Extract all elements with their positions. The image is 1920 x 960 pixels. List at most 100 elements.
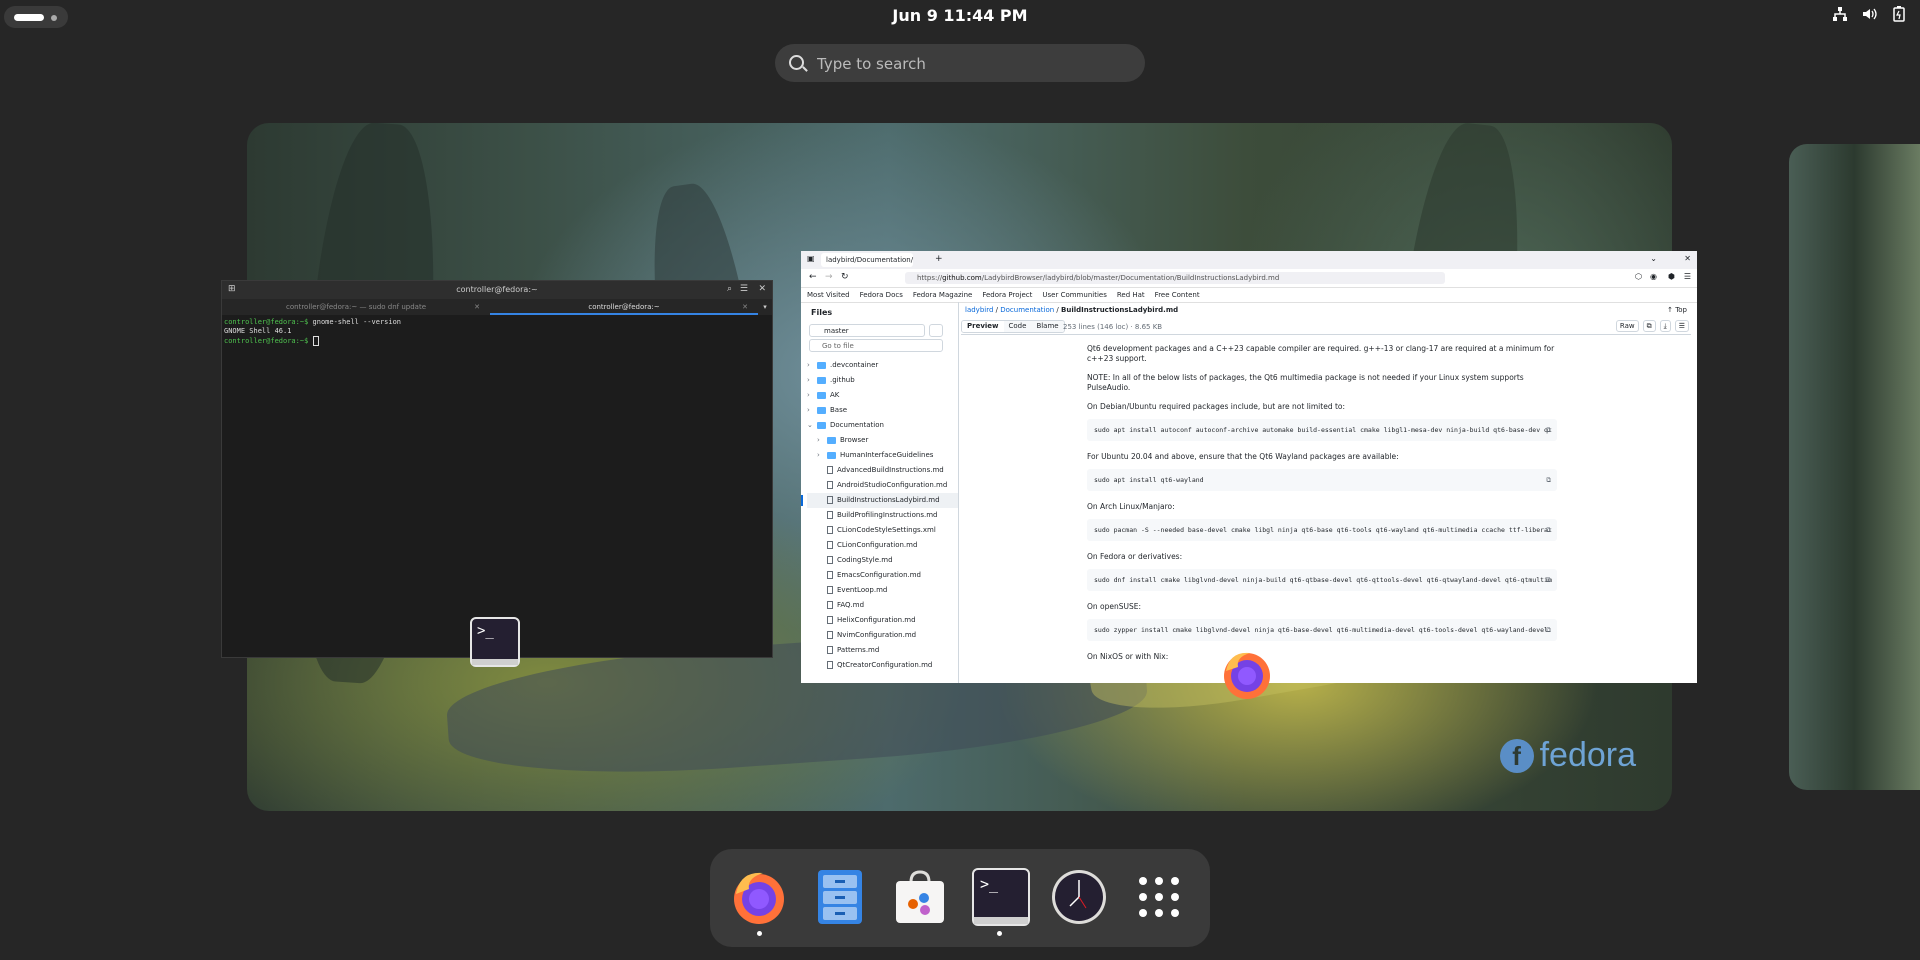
terminal-headerbar[interactable]: ⊞ controller@fedora:~ ⌕ ☰ ✕ (222, 281, 772, 299)
code-block: sudo pacman -S --needed base-devel cmake… (1087, 519, 1557, 541)
close-tab-icon[interactable]: ✕ (474, 299, 480, 315)
search-icon[interactable] (929, 324, 943, 337)
go-to-file-input[interactable]: Go to file (809, 339, 943, 352)
extension-puzzle-icon[interactable]: ⬢ (1668, 272, 1675, 281)
firefox-icon (1224, 652, 1270, 699)
terminal-tab[interactable]: controller@fedora:~ — sudo dnf update ✕ (222, 299, 490, 315)
copy-icon[interactable]: ⧉ (1546, 569, 1551, 591)
file-tree-item[interactable]: BuildProfilingInstructions.md (807, 508, 958, 523)
file-tree-item[interactable]: Patterns.md (807, 643, 958, 658)
terminal-window[interactable]: ⊞ controller@fedora:~ ⌕ ☰ ✕ controller@f… (221, 280, 773, 658)
copy-icon[interactable]: ⧉ (1642, 320, 1656, 332)
file-tree-item[interactable]: › .github (807, 373, 958, 388)
forward-icon[interactable]: → (825, 272, 833, 282)
software-icon[interactable] (891, 868, 949, 926)
search-icon[interactable]: ⌕ (727, 284, 732, 294)
file-tree-item-label: Patterns.md (837, 646, 880, 654)
clock-icon[interactable] (1050, 868, 1108, 926)
next-workspace-thumbnail[interactable] (1789, 144, 1920, 790)
back-icon[interactable]: ← (809, 272, 817, 282)
system-tray[interactable] (1832, 6, 1906, 22)
file-tree-item[interactable]: NvimConfiguration.md (807, 628, 958, 643)
file-tree-item[interactable]: CLionConfiguration.md (807, 538, 958, 553)
fedora-logo: f fedora (1499, 736, 1636, 775)
terminal-icon[interactable]: >_ (972, 868, 1030, 926)
file-tree-item[interactable]: CLionCodeStyleSettings.xml (807, 523, 958, 538)
tab-code[interactable]: Code (1003, 321, 1032, 332)
tab-overflow-icon[interactable]: ▾ (758, 299, 772, 315)
file-tree-item[interactable]: BuildInstructionsLadybird.md (801, 493, 958, 508)
outline-icon[interactable]: ☰ (1674, 320, 1689, 332)
file-tree-item[interactable]: › Base (807, 403, 958, 418)
chevron-right-icon[interactable]: › (817, 433, 827, 448)
file-tree-item-label: FAQ.md (837, 601, 865, 609)
copy-icon[interactable]: ⧉ (1546, 519, 1551, 541)
file-tree-item[interactable]: EmacsConfiguration.md (807, 568, 958, 583)
bookmark-red-hat[interactable]: Red Hat (1117, 288, 1145, 302)
copy-icon[interactable]: ⧉ (1546, 619, 1551, 641)
extensions-icon[interactable]: ⬡ (1635, 272, 1642, 281)
chevron-right-icon[interactable]: › (807, 388, 817, 403)
tab-preview[interactable]: Preview (962, 321, 1004, 332)
breadcrumb-repo[interactable]: ladybird (965, 306, 993, 314)
terminal-tab-active[interactable]: controller@fedora:~ ✕ (490, 299, 758, 315)
close-window-icon[interactable]: ✕ (1684, 254, 1691, 263)
search-input[interactable] (815, 44, 1129, 84)
bookmark-most-visited[interactable]: Most Visited (807, 288, 850, 302)
copy-icon[interactable]: ⧉ (1546, 469, 1551, 491)
reload-icon[interactable]: ↻ (841, 272, 849, 282)
branch-selector[interactable]: master (809, 324, 925, 337)
running-indicator (997, 931, 1002, 936)
chevron-down-icon[interactable]: ⌄ (807, 418, 817, 433)
file-tree-item[interactable]: HelixConfiguration.md (807, 613, 958, 628)
url-bar[interactable]: https://github.com/LadybirdBrowser/ladyb… (905, 272, 1445, 284)
tab-blame[interactable]: Blame (1031, 321, 1064, 332)
app-menu-icon[interactable]: ☰ (1684, 272, 1691, 281)
menu-icon[interactable]: ☰ (740, 284, 748, 294)
close-icon[interactable]: ✕ (758, 284, 766, 294)
firefox-icon[interactable] (730, 868, 788, 926)
app-grid-icon[interactable] (1130, 868, 1188, 926)
bookmark-fedora-project[interactable]: Fedora Project (982, 288, 1032, 302)
file-tree-item[interactable]: AdvancedBuildInstructions.md (807, 463, 958, 478)
tab-list-icon[interactable]: ▣ (807, 254, 815, 263)
file-tree-item[interactable]: › AK (807, 388, 958, 403)
file-tree-item[interactable]: › HumanInterfaceGuidelines (807, 448, 958, 463)
browser-navbar: ← → ↻ https://github.com/LadybirdBrowser… (801, 269, 1697, 288)
file-tree-item[interactable]: ⌄ Documentation (807, 418, 958, 433)
top-link[interactable]: ↑ Top (1667, 306, 1687, 314)
terminal-output[interactable]: controller@fedora:~$ gnome-shell --versi… (222, 315, 772, 349)
new-tab-icon[interactable]: + (935, 254, 943, 264)
raw-button[interactable]: Raw (1615, 320, 1639, 332)
chevron-right-icon[interactable]: › (807, 373, 817, 388)
file-icon (827, 646, 833, 654)
terminal-command: gnome-shell --version (308, 318, 402, 326)
firefox-window[interactable]: ▣ ladybird/Documentation/✕ + ⌄ ✕ ← → ↻ h… (801, 251, 1697, 683)
file-tree-item[interactable]: AndroidStudioConfiguration.md (807, 478, 958, 493)
file-tree-item[interactable]: › .devcontainer (807, 358, 958, 373)
bookmark-fedora-magazine[interactable]: Fedora Magazine (913, 288, 973, 302)
bookmark-free-content[interactable]: Free Content (1155, 288, 1200, 302)
chevron-right-icon[interactable]: › (807, 358, 817, 373)
file-tree-item[interactable]: QtCreatorConfiguration.md (807, 658, 958, 673)
chevron-right-icon[interactable]: › (817, 448, 827, 463)
file-tree-item[interactable]: FAQ.md (807, 598, 958, 613)
bookmark-fedora-docs[interactable]: Fedora Docs (860, 288, 903, 302)
chevron-right-icon[interactable]: › (807, 403, 817, 418)
file-tree-item[interactable]: › Browser (807, 433, 958, 448)
list-all-tabs-icon[interactable]: ⌄ (1650, 254, 1657, 263)
file-tree-item[interactable]: EventLoop.md (807, 583, 958, 598)
overview-search[interactable] (775, 44, 1145, 84)
bookmark-user-communities[interactable]: User Communities (1042, 288, 1106, 302)
close-tab-icon[interactable]: ✕ (742, 299, 748, 315)
breadcrumb-folder[interactable]: Documentation (1000, 306, 1054, 314)
file-tree-item[interactable]: CodingStyle.md (807, 553, 958, 568)
files-icon[interactable] (811, 868, 869, 926)
account-icon[interactable]: ◉ (1650, 272, 1657, 281)
clock[interactable]: Jun 9 11:44 PM (0, 6, 1920, 25)
copy-icon[interactable]: ⧉ (1546, 419, 1551, 441)
browser-tab[interactable]: ladybird/Documentation/✕ (821, 253, 913, 278)
doc-paragraph: NOTE: In all of the below lists of packa… (1087, 373, 1524, 392)
download-icon[interactable]: ⤓ (1659, 320, 1671, 332)
file-tree-item-label: BuildProfilingInstructions.md (837, 511, 938, 519)
